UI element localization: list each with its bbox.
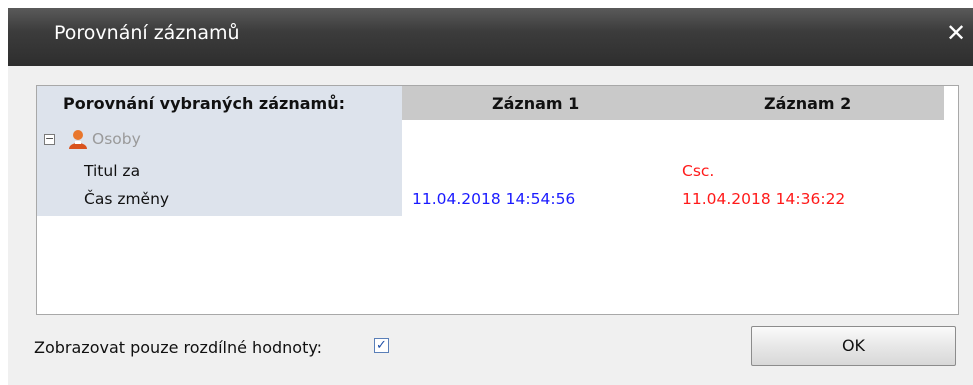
collapse-minus-icon[interactable]: − <box>44 133 55 145</box>
header-field-column: Porovnání vybraných záznamů: <box>37 86 402 120</box>
record-2-value: Csc. <box>682 162 715 180</box>
group-label: Osoby <box>92 130 141 148</box>
only-differences-checkbox[interactable]: ✓ <box>374 338 389 353</box>
header-record-columns: Záznam 1 Záznam 2 <box>402 86 944 120</box>
header-field[interactable]: Porovnání vybraných záznamů: <box>63 94 345 113</box>
compare-records-dialog: Porovnání záznamů ✕ Porovnání vybraných … <box>8 8 973 385</box>
person-icon <box>69 130 87 149</box>
only-differences-label: Zobrazovat pouze rozdílné hodnoty: <box>34 338 323 357</box>
close-icon[interactable]: ✕ <box>943 18 969 48</box>
field-name: Čas změny <box>84 190 170 208</box>
ok-button[interactable]: OK <box>751 326 956 366</box>
record-1-value: 11.04.2018 14:54:56 <box>412 190 576 208</box>
header-record-2[interactable]: Záznam 2 <box>764 94 851 113</box>
header-record-1[interactable]: Záznam 1 <box>492 94 579 113</box>
record-2-value: 11.04.2018 14:36:22 <box>682 190 846 208</box>
title-bar: Porovnání záznamů ✕ <box>8 8 973 66</box>
grid-header: Porovnání vybraných záznamů: Záznam 1 Zá… <box>37 86 958 120</box>
dialog-title: Porovnání záznamů <box>54 22 240 44</box>
comparison-grid: Porovnání vybraných záznamů: Záznam 1 Zá… <box>36 85 959 315</box>
field-name: Titul za <box>84 162 141 180</box>
